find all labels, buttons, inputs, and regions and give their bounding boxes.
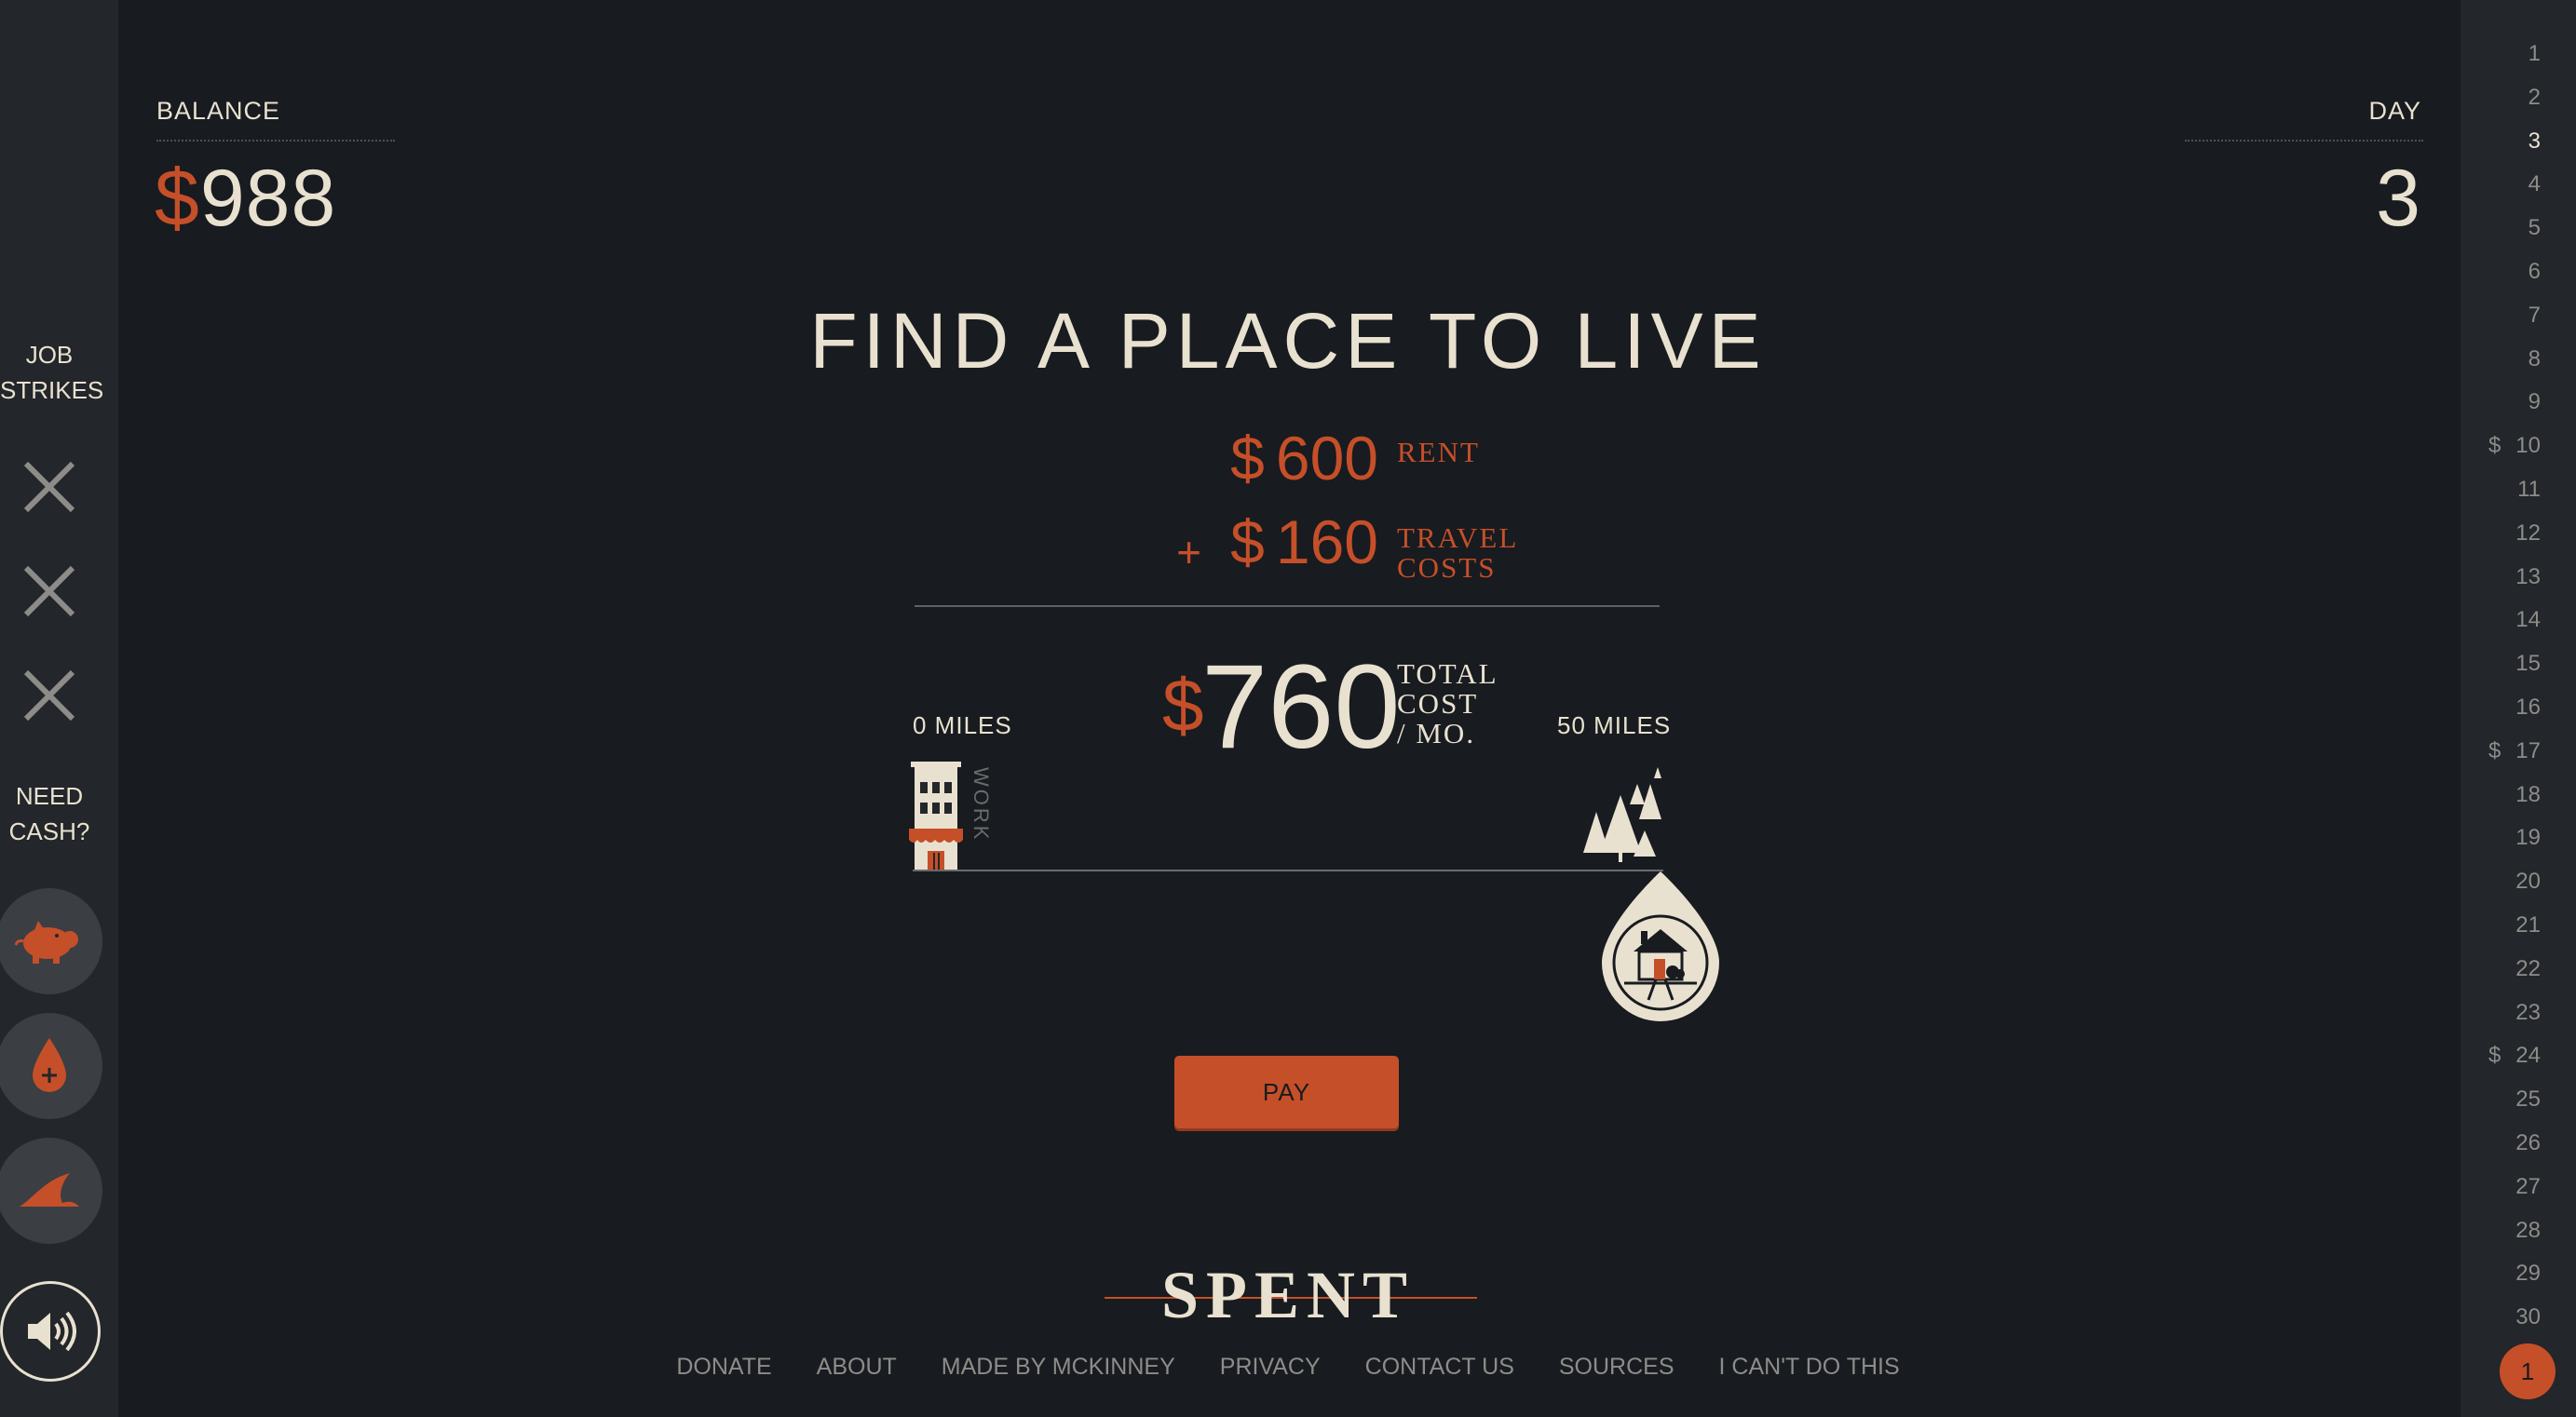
payment-due-marker: $ xyxy=(2488,433,2501,459)
footer-link-contact-us[interactable]: CONTACT US xyxy=(1365,1354,1514,1381)
need-cash-label: NEED CASH? xyxy=(8,782,90,845)
calendar-day: 6 xyxy=(2528,259,2541,284)
calendar-day: 12 xyxy=(2515,520,2541,546)
calendar-day: 14 xyxy=(2515,607,2541,633)
travel-label: TRAVEL COSTS xyxy=(1397,521,1519,584)
calendar-day: 7 xyxy=(2528,302,2541,328)
plus-sign: + xyxy=(1176,528,1201,576)
home-location-marker[interactable] xyxy=(1596,870,1725,1024)
day-rule xyxy=(2185,140,2423,142)
balance-label: BALANCE xyxy=(156,97,281,125)
total-currency: $ xyxy=(1162,664,1204,747)
calendar-day: 11 xyxy=(2517,477,2541,502)
calendar-day: 27 xyxy=(2515,1173,2541,1199)
day-value: 3 xyxy=(2376,154,2421,243)
blood-drop-plus-icon xyxy=(33,1038,66,1092)
footer-link-privacy[interactable]: PRIVACY xyxy=(1220,1354,1321,1381)
calendar-day: 28 xyxy=(2515,1217,2541,1243)
distance-track xyxy=(913,870,1663,871)
min-miles-label: 0 MILES xyxy=(913,711,1012,739)
rent-label: RENT xyxy=(1397,436,1480,468)
balance-value: $988 xyxy=(155,154,337,243)
calendar-day: 21 xyxy=(2515,912,2541,938)
piggy-bank-button[interactable] xyxy=(0,888,102,994)
calendar-day: 19 xyxy=(2515,825,2541,851)
calendar-day: 1 xyxy=(2528,41,2541,66)
calendar-day: 24 xyxy=(2515,1043,2541,1069)
calendar-day: 8 xyxy=(2528,345,2541,371)
rent-amount: $600 xyxy=(1230,424,1378,493)
calendar-day: 3 xyxy=(2528,128,2541,154)
calendar-day: 10 xyxy=(2515,433,2541,459)
total-label: TOTAL COST / MO. xyxy=(1397,657,1498,749)
calendar-day: 26 xyxy=(2515,1130,2541,1155)
day-calendar: 1 2 3 4 5 6 7 8 9 10 $11 12 13 14 15 16 17 $18 19 20 21 22 23 2… xyxy=(2461,0,2576,1417)
donate-blood-button[interactable] xyxy=(0,1013,102,1119)
calendar-day: 15 xyxy=(2515,651,2541,677)
calendar-day: 22 xyxy=(2515,955,2541,981)
footer-link-made-by-mckinney[interactable]: MADE BY MCKINNEY xyxy=(942,1354,1175,1381)
shark-fin-icon xyxy=(20,1173,79,1207)
day-label: DAY xyxy=(2368,97,2421,125)
footer-link-donate[interactable]: DONATE xyxy=(676,1354,771,1381)
calendar-day: 2 xyxy=(2528,84,2541,110)
calendar-day: 18 xyxy=(2515,781,2541,807)
balance-rule xyxy=(156,140,395,142)
pay-button[interactable]: PAY xyxy=(1174,1056,1399,1128)
piggy-bank-icon xyxy=(14,921,78,964)
payment-due-marker: $ xyxy=(2488,737,2501,763)
payment-due-marker: $ xyxy=(2488,1043,2501,1069)
calendar-day: 16 xyxy=(2515,695,2541,720)
calendar-day: 5 xyxy=(2528,215,2541,241)
footer-links: DONATE ABOUT MADE BY MCKINNEY PRIVACY CONTAC… xyxy=(0,1354,2576,1381)
footer-link-i-can-t-do-this[interactable]: I CAN'T DO THIS xyxy=(1719,1354,1900,1381)
footer-link-about[interactable]: ABOUT xyxy=(817,1354,897,1381)
footer-link-sources[interactable]: SOURCES xyxy=(1559,1354,1674,1381)
work-building-icon xyxy=(909,762,963,871)
spent-logo: SPENT xyxy=(1160,1258,1416,1332)
max-miles-label: 50 MILES xyxy=(1557,711,1672,739)
work-label: WORK xyxy=(969,767,993,843)
cost-divider xyxy=(915,605,1660,607)
travel-amount: $160 xyxy=(1230,507,1378,576)
calendar-day: 25 xyxy=(2515,1086,2541,1113)
trees-icon xyxy=(1583,767,1661,862)
calendar-day: 9 xyxy=(2528,389,2541,415)
strike-x-icon xyxy=(23,669,75,722)
calendar-day: 23 xyxy=(2515,999,2541,1025)
strike-x-icon xyxy=(23,565,75,617)
total-amount: 760 xyxy=(1201,641,1401,774)
strike-x-icon xyxy=(23,461,75,513)
calendar-day: 4 xyxy=(2528,171,2541,197)
calendar-day: 13 xyxy=(2515,563,2541,589)
calendar-day: 20 xyxy=(2515,869,2541,895)
page-title: FIND A PLACE TO LIVE xyxy=(809,297,1767,385)
left-sidebar: JOB STRIKES NEED CASH? xyxy=(0,0,118,1417)
payday-loan-button[interactable] xyxy=(0,1138,102,1244)
calendar-day: 17 xyxy=(2515,737,2541,763)
